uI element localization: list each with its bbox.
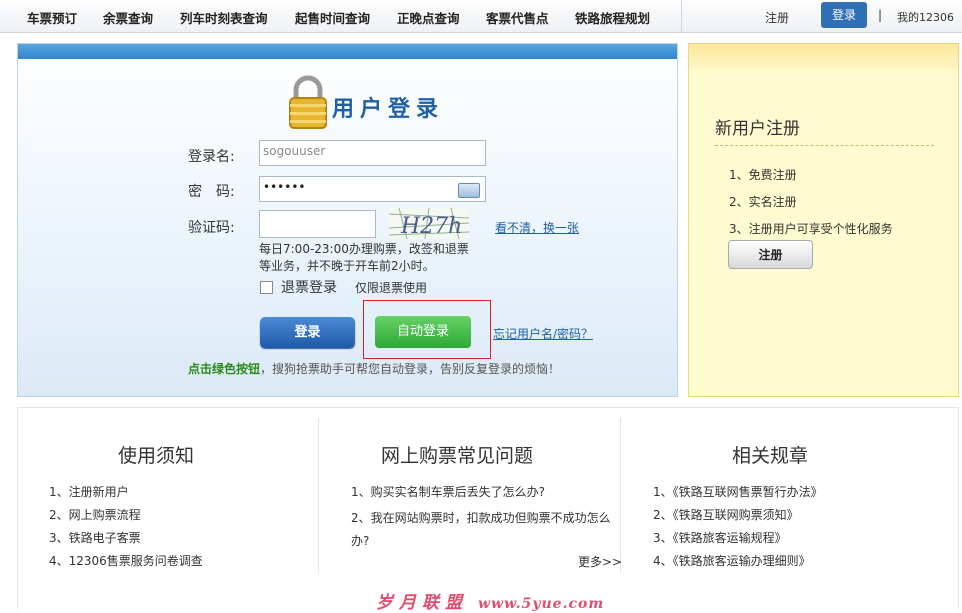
nav-delay-status[interactable]: 正晚点查询 [397,8,460,27]
regulations-column: 相关规章 1、《铁路互联网售票暂行办法》 2、《铁路互联网购票须知》 3、《铁路… [620,408,958,573]
top-nav: 车票预订 余票查询 列车时刻表查询 起售时间查询 正晚点查询 客票代售点 铁路旅… [0,0,962,33]
regulations-title: 相关规章 [732,445,809,467]
nav-ticket-booking[interactable]: 车票预订 [27,8,77,27]
keyboard-icon[interactable] [458,183,480,198]
forgot-password-link[interactable]: 忘记用户名/密码？ [493,325,593,342]
nav-separator: | [878,8,883,22]
watermark: 岁月联盟 www.5yue.com [376,588,604,613]
captcha-text: H27h [400,214,462,239]
login-title: 用户登录 [332,97,445,122]
nav-divider [681,0,682,32]
nav-agency-points[interactable]: 客票代售点 [486,8,549,27]
padlock-icon [289,75,327,129]
faq-more-link[interactable]: 更多>> [578,553,622,570]
refund-login-label: 退票登录 [281,280,337,296]
regulations-link[interactable]: 3、《铁路旅客运输规程》 [653,530,787,546]
captcha-image[interactable]: H27h [389,208,469,239]
password-value: •••••• [263,180,306,194]
nav-login-button[interactable]: 登录 [821,2,867,28]
login-panel-header-bar [18,44,677,59]
faq-link[interactable]: 1、购买实名制车票后丢失了怎么办? [351,484,545,500]
password-label: 密 码: [188,184,235,200]
nav-sale-time[interactable]: 起售时间查询 [295,8,370,27]
nav-register-link[interactable]: 注册 [765,9,789,26]
register-item: 1、免费注册 [729,168,797,182]
captcha-input[interactable] [259,210,376,238]
login-panel: 用户登录 登录名: sogouuser 密 码: •••••• 验证码: H27… [17,43,678,397]
regulations-link[interactable]: 4、《铁路旅客运输办理细则》 [653,553,811,569]
hint-text: ，搜狗抢票助手可帮您自动登录，告别反复登录的烦恼！ [260,362,561,376]
watermark-url: www.5yue.com [478,596,605,612]
register-divider [715,145,934,146]
register-panel: 新用户注册 1、免费注册 2、实名注册 3、注册用户可享受个性化服务 注册 [688,43,959,397]
username-input[interactable]: sogouuser [259,140,486,166]
info-section: 使用须知 1、注册新用户 2、网上购票流程 3、铁路电子客票 4、12306售票… [17,407,959,613]
refund-only-note: 仅限退票使用 [355,281,428,295]
register-button[interactable]: 注册 [728,240,813,269]
highlight-box [363,300,491,359]
password-input[interactable]: •••••• [259,176,486,202]
register-item: 2、实名注册 [729,195,797,209]
username-label: 登录名: [188,149,235,165]
nav-trip-planning[interactable]: 铁路旅程规划 [575,8,650,27]
captcha-refresh-link[interactable]: 看不清，换一张 [495,219,579,236]
nav-timetable[interactable]: 列车时刻表查询 [180,8,268,27]
regulations-link[interactable]: 2、《铁路互联网购票须知》 [653,507,799,523]
hint-emphasis: 点击绿色按钮 [188,362,261,376]
faq-link[interactable]: 2、我在网站购票时，扣款成功但购票不成功怎么办? [351,507,613,553]
register-title: 新用户注册 [715,119,800,139]
watermark-text: 岁月联盟 [376,593,468,613]
faq-title: 网上购票常见问题 [381,445,534,467]
captcha-label: 验证码: [188,220,235,236]
nav-remaining-tickets[interactable]: 余票查询 [103,8,153,27]
nav-my12306-link[interactable]: 我的12306 [897,9,954,25]
refund-login-checkbox[interactable] [260,281,273,294]
regulations-link[interactable]: 1、《铁路互联网售票暂行办法》 [653,484,823,500]
service-hours-notice: 每日7:00-23:00办理购票，改签和退票等业务，并不晚于开车前2小时。 [259,242,469,273]
register-panel-header-bar [689,44,958,70]
login-button[interactable]: 登录 [260,317,355,348]
auto-login-hint: 点击绿色按钮，搜狗抢票助手可帮您自动登录，告别反复登录的烦恼！ [188,360,560,377]
register-item: 3、注册用户可享受个性化服务 [729,222,893,236]
